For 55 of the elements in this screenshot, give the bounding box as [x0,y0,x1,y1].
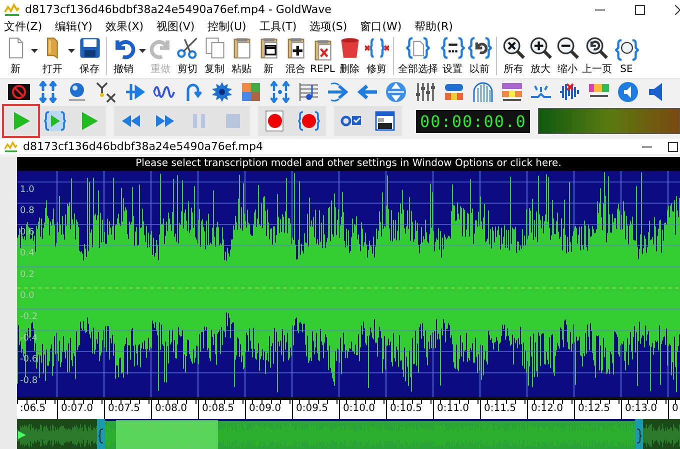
time-display: 00:00:00.0 [416,110,530,132]
axis-label: -0.8 [20,376,38,386]
time-label: 0:10.5 [390,403,422,414]
axis-label: 0.0 [20,291,34,301]
axis-label: 1.0 [20,185,34,195]
toolbar-button[interactable]: 撤销 [110,36,137,76]
message-banner[interactable]: Please select transcription model and other settings in Window Options or click here. [17,157,680,171]
time-label: 0:07.5 [108,403,140,414]
menu-item[interactable]: 帮助(R) [414,19,453,34]
menu-item[interactable]: 效果(X) [105,19,144,34]
time-label: 0 [672,403,678,414]
toolbar-button[interactable]: 混合 [282,36,309,76]
toolbar-button[interactable]: 删除 [336,36,363,76]
toolbar-button[interactable]: 保存 [76,36,103,76]
axis-label: 0.4 [20,248,34,259]
toolbar-button[interactable]: 设置 [439,36,466,76]
time-label: 0:10.0 [343,403,375,414]
toolbar-button[interactable]: 上一页 [581,36,613,76]
time-label: 0:12.0 [531,403,563,414]
time-label: 0:11.0 [437,403,469,414]
toolbar-button[interactable]: 放大 [527,36,554,76]
menu-item[interactable]: 控制(U) [208,19,246,34]
menu-item[interactable]: 窗口(W) [360,19,402,34]
time-label: 0:11.5 [484,403,516,414]
toolbar-button[interactable]: 所有 [500,36,527,76]
menu-item[interactable]: 文件(Z) [4,19,42,34]
time-label: 0:09.0 [249,403,281,414]
menu-item[interactable]: 工具(T) [259,19,297,34]
toolbar-button[interactable]: 全部选择 [397,36,439,76]
toolbar-button[interactable]: 粘贴 [228,36,255,76]
toolbar-button[interactable]: 新 [2,36,29,76]
axis-label: -0.2 [20,312,38,322]
time-label: :06.5 [20,403,46,414]
axis-label: 0.8 [20,206,34,216]
toolbar-button[interactable]: 新 [255,36,282,76]
axis-label: 0.2 [20,270,34,280]
toolbar-button[interactable]: 修剪 [363,36,390,76]
toolbar-button[interactable]: 打开 [39,36,66,76]
time-label: 0:13.0 [625,403,657,414]
toolbar-button[interactable]: 缩小 [554,36,581,76]
toolbar-button[interactable]: 剪切 [174,36,201,76]
document-title: d8173cf136d46bdbf38a24e5490a76ef.mp4 [23,140,264,153]
time-label: 0:09.5 [296,403,328,414]
time-label: 0:07.0 [61,403,93,414]
window-title: d8173cf136d46bdbf38a24e5490a76ef.mp4 - GoldWave [25,3,332,16]
toolbar-button[interactable]: REPL [309,38,336,74]
menu-item[interactable]: 视图(V) [156,19,195,34]
menu-item[interactable]: 选项(S) [310,19,348,34]
time-label: 0:12.5 [578,403,610,414]
toolbar-button[interactable]: 以前 [466,36,493,76]
toolbar-button[interactable]: 复制 [201,36,228,76]
menu-item[interactable]: 编辑(Y) [55,19,92,34]
time-label: 0:08.0 [155,403,187,414]
time-label: 0:08.5 [202,403,234,414]
toolbar-button[interactable]: SE [613,38,640,74]
